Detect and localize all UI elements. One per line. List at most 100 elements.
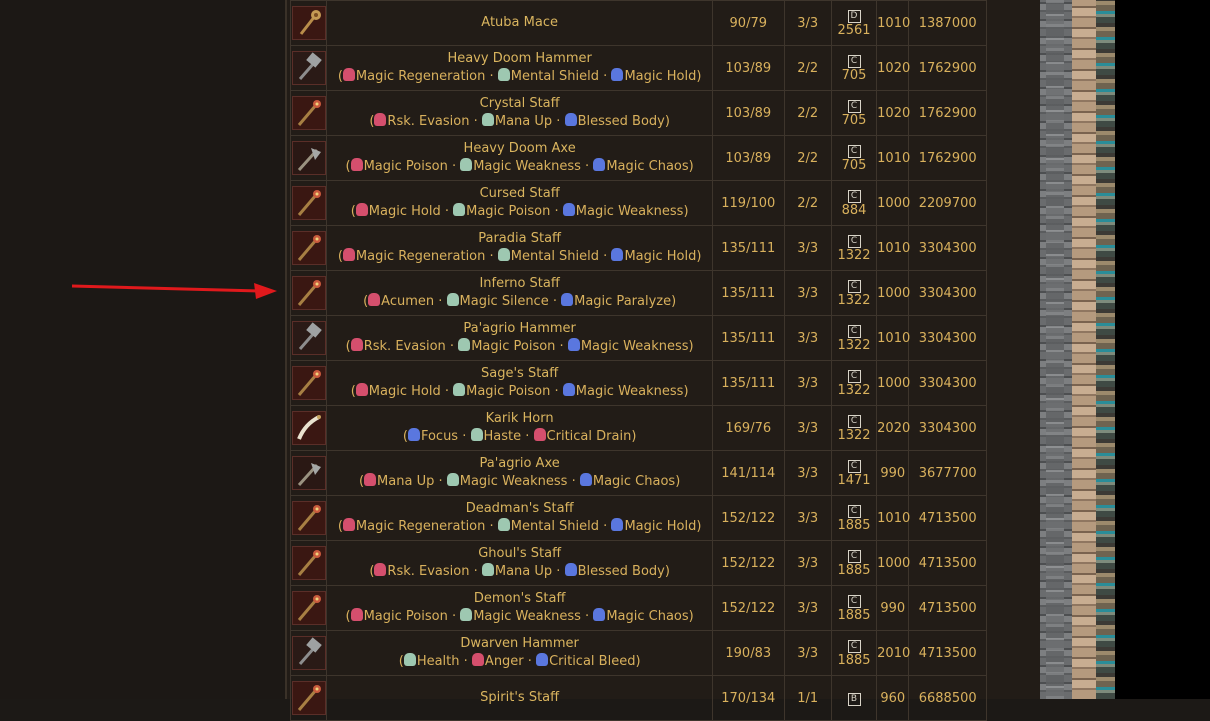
staff-icon bbox=[291, 186, 326, 220]
special-ability-list: (Magic Regeneration · Mental Shield · Ma… bbox=[337, 248, 702, 264]
grade-number: 2561 bbox=[837, 23, 871, 38]
grade-wrapper: C bbox=[832, 592, 876, 608]
item-name-cell: Crystal Staff (Rsk. Evasion · Mana Up · B… bbox=[326, 90, 714, 136]
green-gem-icon bbox=[481, 563, 494, 576]
grade-cell: D 2561 bbox=[830, 0, 878, 46]
item-name-cell: Pa'agrio Axe (Mana Up · Magic Weakness · … bbox=[326, 450, 714, 496]
grade-number: 1885 bbox=[837, 563, 871, 578]
red-gem-icon bbox=[374, 113, 387, 126]
slot-count: 3/3 bbox=[783, 0, 832, 46]
grade-wrapper: C bbox=[832, 322, 876, 338]
item-icon-cell bbox=[289, 540, 328, 586]
attack-value: 190/83 bbox=[712, 630, 785, 676]
grade-badge: C bbox=[847, 415, 861, 428]
left-background bbox=[0, 0, 285, 699]
price-value: 4713500 bbox=[908, 630, 987, 676]
special-ability: Magic Regeneration bbox=[355, 69, 486, 84]
special-ability: Magic Hold bbox=[624, 519, 697, 534]
special-ability: Mental Shield bbox=[510, 69, 600, 84]
price-value: 4713500 bbox=[908, 540, 987, 586]
grade-badge: C bbox=[847, 100, 861, 113]
blue-gem-icon bbox=[593, 608, 606, 621]
grade-number: 1322 bbox=[837, 383, 871, 398]
grade-cell: C 705 bbox=[830, 135, 878, 181]
speed-value: 990 bbox=[876, 585, 910, 631]
special-ability: Mental Shield bbox=[510, 249, 600, 264]
special-ability: Magic Weakness bbox=[575, 384, 684, 399]
attack-value: 135/111 bbox=[712, 270, 785, 316]
special-ability: Blessed Body bbox=[577, 114, 665, 129]
attack-value: 152/122 bbox=[712, 585, 785, 631]
red-gem-icon bbox=[350, 158, 363, 171]
speed-value: 1000 bbox=[876, 540, 910, 586]
special-ability: Critical Bleed bbox=[549, 654, 636, 669]
axe-icon bbox=[291, 141, 326, 175]
grade-badge: C bbox=[847, 235, 861, 248]
blue-gem-icon bbox=[407, 428, 420, 441]
blue-gem-icon bbox=[611, 248, 624, 261]
speed-value: 1000 bbox=[876, 180, 910, 226]
item-icon-cell bbox=[289, 180, 328, 226]
special-ability: Rsk. Evasion bbox=[387, 114, 470, 129]
horn-icon bbox=[291, 411, 326, 445]
grade-wrapper: C bbox=[832, 52, 876, 68]
special-ability: Health bbox=[416, 654, 460, 669]
special-ability: Mana Up bbox=[494, 114, 553, 129]
special-ability: Magic Regeneration bbox=[355, 519, 486, 534]
price-value: 3304300 bbox=[908, 225, 987, 271]
grade-cell: C 705 bbox=[830, 45, 878, 91]
red-gem-icon bbox=[533, 428, 546, 441]
blue-gem-icon bbox=[562, 383, 575, 396]
special-ability: Magic Poison bbox=[466, 384, 551, 399]
grade-badge: C bbox=[847, 595, 861, 608]
table-row: Pa'agrio Axe (Mana Up · Magic Weakness · … bbox=[289, 450, 987, 496]
green-gem-icon bbox=[446, 293, 459, 306]
hammer-icon bbox=[291, 51, 326, 85]
item-name-cell: Karik Horn (Focus · Haste · Critical Drai… bbox=[326, 405, 714, 451]
blue-gem-icon bbox=[593, 158, 606, 171]
table-row: Cursed Staff (Magic Hold · Magic Poison ·… bbox=[289, 180, 987, 226]
price-value: 6688500 bbox=[908, 675, 987, 721]
price-value: 3304300 bbox=[908, 360, 987, 406]
grade-cell: C 1322 bbox=[830, 270, 878, 316]
special-ability: Magic Silence bbox=[459, 294, 549, 309]
grade-badge: C bbox=[847, 190, 861, 203]
slot-count: 2/2 bbox=[783, 180, 832, 226]
red-gem-icon bbox=[342, 248, 355, 261]
special-ability: Magic Paralyze bbox=[574, 294, 672, 309]
item-name-cell: Demon's Staff (Magic Poison · Magic Weakn… bbox=[326, 585, 714, 631]
green-gem-icon bbox=[497, 248, 510, 261]
special-ability-list: (Rsk. Evasion · Mana Up · Blessed Body) bbox=[369, 563, 670, 579]
item-icon-cell bbox=[289, 225, 328, 271]
special-ability: Anger bbox=[484, 654, 524, 669]
item-icon-cell bbox=[289, 0, 328, 46]
staff-icon bbox=[291, 276, 326, 310]
red-gem-icon bbox=[471, 653, 484, 666]
special-ability: Magic Weakness bbox=[459, 474, 568, 489]
staff-icon bbox=[291, 366, 326, 400]
slot-count: 3/3 bbox=[783, 405, 832, 451]
grade-cell: C 705 bbox=[830, 90, 878, 136]
special-ability-list: (Magic Hold · Magic Poison · Magic Weakn… bbox=[350, 203, 689, 219]
table-row: Pa'agrio Hammer (Rsk. Evasion · Magic Poi… bbox=[289, 315, 987, 361]
item-name: Karik Horn bbox=[485, 411, 554, 426]
item-name: Dwarven Hammer bbox=[460, 636, 579, 651]
blue-gem-icon bbox=[564, 113, 577, 126]
special-ability: Mental Shield bbox=[510, 519, 600, 534]
grade-number: 705 bbox=[841, 158, 867, 173]
price-value: 2209700 bbox=[908, 180, 987, 226]
slot-count: 1/1 bbox=[783, 675, 832, 721]
special-ability-list: (Focus · Haste · Critical Drain) bbox=[402, 428, 637, 444]
slot-count: 3/3 bbox=[783, 360, 832, 406]
blue-gem-icon bbox=[536, 653, 549, 666]
attack-value: 90/79 bbox=[712, 0, 785, 46]
attack-value: 141/114 bbox=[712, 450, 785, 496]
special-ability-list: (Magic Hold · Magic Poison · Magic Weakn… bbox=[350, 383, 689, 399]
blue-gem-icon bbox=[611, 518, 624, 531]
grade-number: 1471 bbox=[837, 473, 871, 488]
special-ability-list: (Rsk. Evasion · Mana Up · Blessed Body) bbox=[369, 113, 670, 129]
attack-value: 103/89 bbox=[712, 45, 785, 91]
staff-icon bbox=[291, 501, 326, 535]
special-ability: Haste bbox=[483, 429, 522, 444]
green-gem-icon bbox=[446, 473, 459, 486]
